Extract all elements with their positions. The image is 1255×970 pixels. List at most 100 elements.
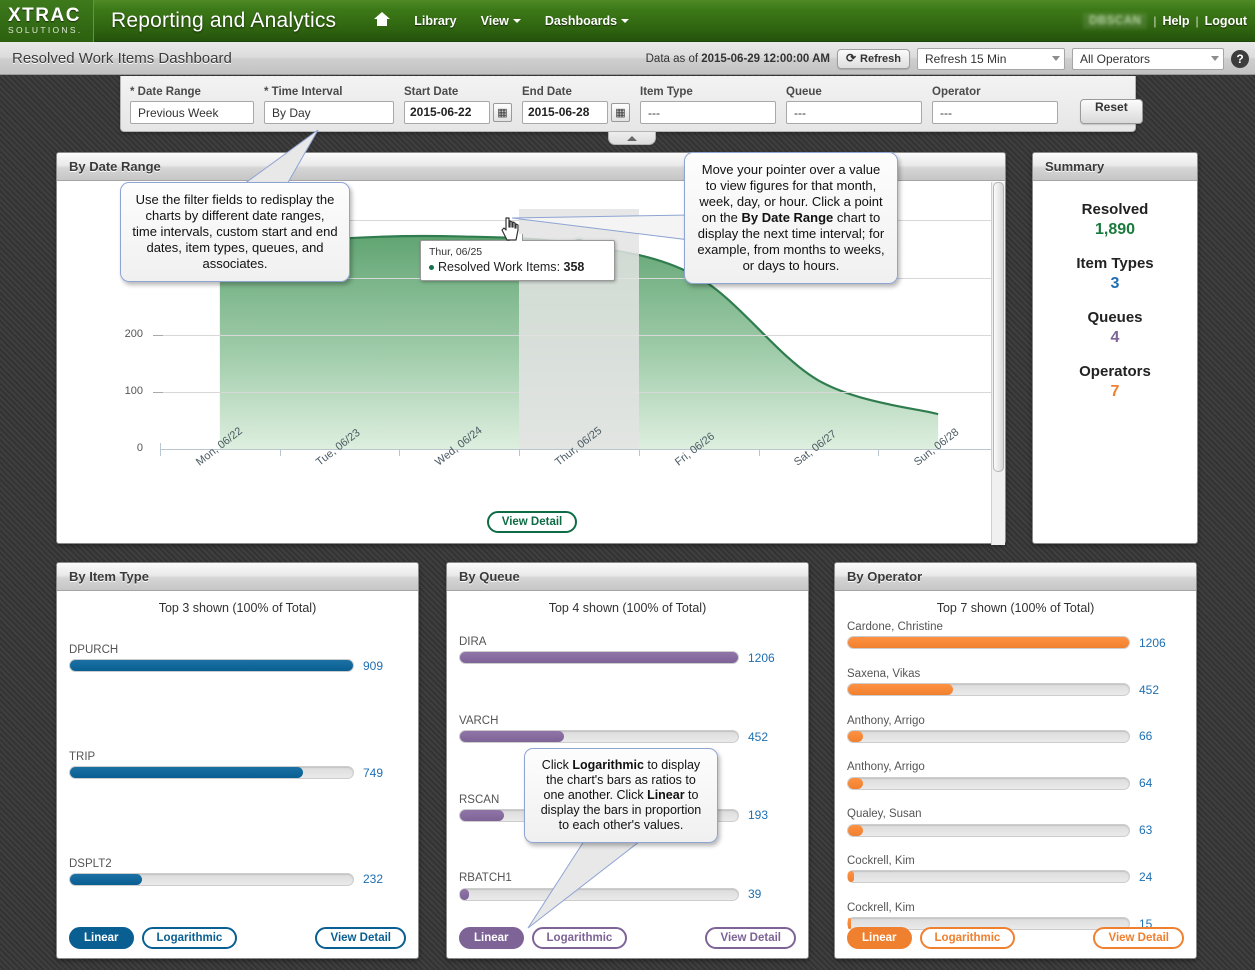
bar-track	[459, 887, 739, 901]
logged-in-username: DBSCAN	[1083, 13, 1148, 29]
bar-label: DIRA	[459, 636, 487, 648]
help-icon[interactable]: ?	[1231, 49, 1249, 68]
bar-row[interactable]: DPURCH 909	[69, 644, 406, 673]
summary-item-label: Resolved	[1081, 201, 1149, 218]
bar-row[interactable]: TRIP 749	[69, 751, 406, 780]
bar-row[interactable]: DSPLT2 232	[69, 858, 406, 887]
chart-vertical-scrollbar[interactable]	[991, 182, 1005, 545]
filter-operator-label: Operator	[932, 86, 981, 98]
operator-linear-toggle[interactable]: Linear	[847, 927, 912, 949]
nav-library[interactable]: Library	[402, 8, 468, 34]
filter-panel-wrapper: * Date Range Previous Week * Time Interv…	[120, 76, 1143, 145]
operator-scope-select[interactable]: All Operators	[1072, 47, 1224, 70]
time-interval-value: By Day	[272, 105, 311, 120]
end-date-calendar-icon[interactable]: ▦	[611, 103, 630, 122]
bar-row[interactable]: Cockrell, Kim 24	[847, 855, 1184, 884]
bar-value: 452	[1139, 682, 1160, 697]
filter-collapse-toggle[interactable]	[608, 132, 656, 145]
start-date-calendar-icon[interactable]: ▦	[493, 103, 512, 122]
filter-time-interval: * Time Interval By Day	[264, 86, 394, 124]
bar-value: 193	[748, 808, 769, 823]
summary-item-value[interactable]: 4	[1033, 329, 1197, 347]
summary-item-value[interactable]: 1,890	[1033, 221, 1197, 239]
by-item-type-title: By Item Type	[57, 563, 418, 591]
operator-logarithmic-toggle[interactable]: Logarithmic	[919, 927, 1016, 949]
bar-value: 452	[748, 729, 769, 744]
chart-y-label: 0	[136, 442, 143, 454]
nav-home[interactable]	[362, 6, 402, 35]
help-link[interactable]: Help	[1162, 14, 1189, 28]
operator-view-detail-button[interactable]: View Detail	[1093, 927, 1184, 949]
chart-x-tick	[399, 449, 401, 456]
bar-value: 232	[363, 872, 384, 887]
queue-logarithmic-toggle[interactable]: Logarithmic	[531, 927, 628, 949]
application-title: Reporting and Analytics	[111, 8, 337, 32]
chart-y-label: 200	[124, 327, 143, 340]
bar-track-wrapper: 452	[459, 729, 796, 744]
bar-row[interactable]: Anthony, Arrigo 66	[847, 715, 1184, 743]
queue-select[interactable]: ---	[786, 101, 922, 124]
logo-primary-text: XTRAC	[8, 4, 81, 26]
nav-view[interactable]: View	[469, 8, 533, 34]
home-icon	[374, 12, 391, 26]
bar-label: Cockrell, Kim	[847, 901, 915, 914]
summary-item: Resolved 1,890	[1033, 201, 1197, 239]
chart-y-tick	[153, 334, 163, 336]
summary-items: Resolved 1,890 Item Types 3 Queues 4 Operators…	[1033, 181, 1197, 401]
refresh-button[interactable]: ⟳ Refresh	[836, 48, 910, 69]
bar-track	[69, 872, 354, 886]
bar-row[interactable]: Qualey, Susan 63	[847, 808, 1184, 837]
filter-item-type-label: Item Type	[640, 86, 693, 98]
summary-item-label: Item Types	[1076, 255, 1154, 272]
nav-dashboards-label: Dashboards	[544, 13, 618, 28]
bar-row[interactable]: Cardone, Christine 1206	[847, 621, 1184, 650]
bar-track	[847, 823, 1130, 837]
item-type-logarithmic-toggle[interactable]: Logarithmic	[141, 927, 238, 949]
bar-value: 63	[1139, 823, 1153, 838]
xtrac-logo[interactable]: XTRAC SOLUTIONS.	[0, 0, 94, 42]
chart-y-tick	[153, 391, 163, 393]
bar-track-wrapper: 63	[847, 822, 1184, 837]
time-interval-select[interactable]: By Day	[264, 101, 394, 124]
date-range-select[interactable]: Previous Week	[130, 101, 254, 124]
by-item-type-bars: DPURCH 909 TRIP 749 DSPLT2 232	[57, 644, 418, 886]
chevron-down-icon	[621, 19, 630, 24]
bar-row[interactable]: Saxena, Vikas 452	[847, 668, 1184, 697]
item-type-linear-toggle[interactable]: Linear	[69, 927, 134, 949]
bar-row[interactable]: Anthony, Arrigo 64	[847, 761, 1184, 790]
queue-linear-toggle[interactable]: Linear	[459, 927, 524, 949]
bar-track	[847, 636, 1130, 650]
bar-value: 1206	[1139, 635, 1166, 650]
operator-select[interactable]: ---	[932, 101, 1058, 124]
filter-start-date-label: Start Date	[404, 86, 459, 98]
bar-fill	[848, 637, 1129, 649]
item-type-select[interactable]: ---	[640, 101, 776, 124]
bar-row[interactable]: RBATCH1 39	[459, 872, 796, 901]
toolbar-right: Data as of 2015-06-29 12:00:00 AM ⟳ Refr…	[646, 42, 1249, 75]
bar-label: Anthony, Arrigo	[847, 761, 925, 774]
scrollbar-thumb[interactable]	[993, 182, 1004, 472]
reset-button[interactable]: Reset	[1080, 99, 1143, 124]
tooltip-series-label: Resolved Work Items	[438, 260, 557, 274]
summary-item-label: Queues	[1087, 309, 1143, 326]
bar-track-wrapper: 232	[69, 872, 406, 887]
bar-row[interactable]: DIRA 1206	[459, 636, 796, 665]
start-date-input[interactable]: 2015-06-22	[404, 101, 490, 124]
logout-link[interactable]: Logout	[1205, 14, 1247, 28]
bar-fill	[460, 731, 565, 743]
callout-scale-bold2: Linear	[647, 788, 685, 802]
summary-item-label: Operators	[1079, 363, 1151, 380]
summary-item-value[interactable]: 3	[1033, 275, 1197, 293]
bar-row[interactable]: VARCH 452	[459, 715, 796, 744]
chevron-up-icon	[627, 135, 637, 141]
item-type-view-detail-button[interactable]: View Detail	[315, 927, 406, 949]
view-detail-button[interactable]: View Detail	[486, 511, 578, 533]
summary-item-value[interactable]: 7	[1033, 383, 1197, 401]
bar-track-wrapper: 66	[847, 729, 1184, 743]
end-date-input[interactable]: 2015-06-28	[522, 101, 608, 124]
queue-view-detail-button[interactable]: View Detail	[705, 927, 796, 949]
nav-dashboards[interactable]: Dashboards	[533, 8, 641, 34]
operator-scope-value: All Operators	[1080, 51, 1151, 66]
bar-track-wrapper: 39	[459, 886, 796, 901]
refresh-interval-select[interactable]: Refresh 15 Min	[917, 47, 1065, 70]
